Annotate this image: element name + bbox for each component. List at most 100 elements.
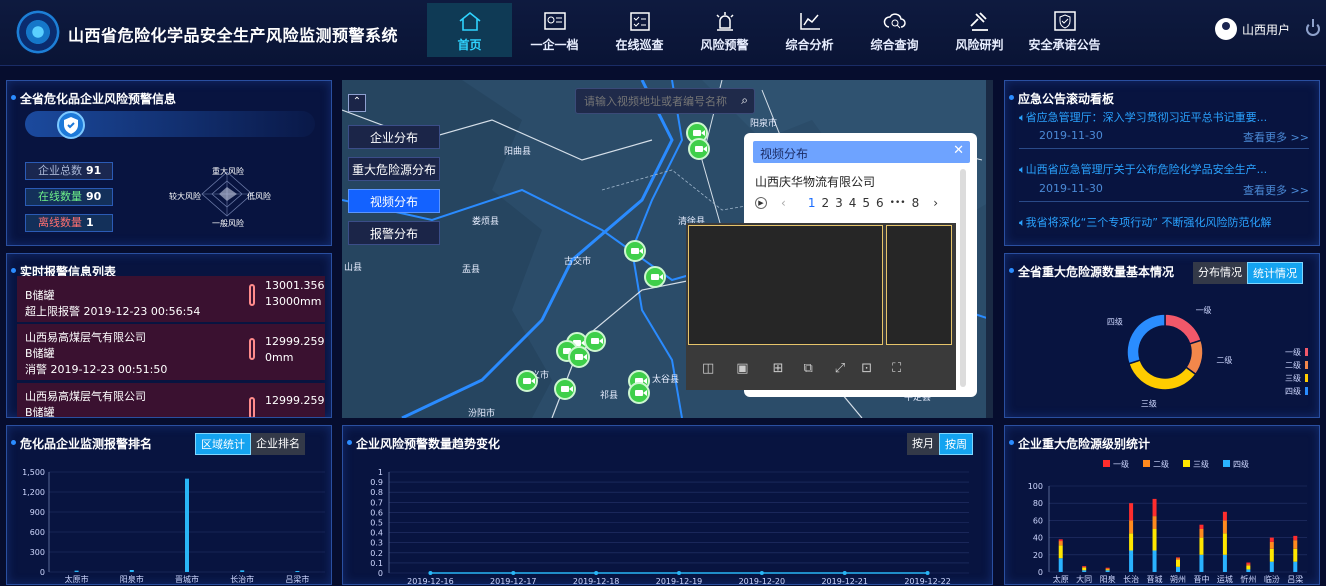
y-tick-label: 0.7 bbox=[370, 498, 383, 507]
speaker-icon: 🔈︎ bbox=[1019, 111, 1026, 123]
logo-icon bbox=[16, 10, 60, 54]
stacked-bar-segment bbox=[1222, 511, 1227, 521]
video-search-input[interactable] bbox=[576, 89, 728, 113]
page-1[interactable]: 1 bbox=[808, 196, 816, 210]
nav-online-patrol[interactable]: 在线巡查 bbox=[597, 3, 682, 57]
x-tick-label: 晋城 bbox=[1147, 575, 1163, 584]
map-btn-enterprise[interactable]: 企业分布 bbox=[348, 125, 440, 149]
search-icon[interactable]: ⌕ bbox=[741, 93, 748, 108]
nav-risk-warning[interactable]: 风险预警 bbox=[682, 3, 767, 57]
page-3[interactable]: 3 bbox=[835, 196, 843, 210]
nav-home[interactable]: 首页 bbox=[427, 3, 512, 57]
page-ellipsis[interactable]: ••• bbox=[890, 198, 906, 208]
online-label: 在线数量 bbox=[38, 190, 82, 203]
page-8[interactable]: 8 bbox=[912, 196, 920, 210]
nav-query[interactable]: 综合查询 bbox=[852, 3, 937, 57]
video-screen-1[interactable] bbox=[688, 225, 883, 345]
slice-label: 四级 bbox=[1107, 316, 1123, 326]
camera-marker[interactable] bbox=[628, 382, 650, 404]
place-label: 阳泉市 bbox=[750, 119, 778, 129]
page-2[interactable]: 2 bbox=[821, 196, 829, 210]
x-tick-label: 阳泉 bbox=[1100, 574, 1116, 584]
fullscreen-icon[interactable]: ⛶ bbox=[892, 361, 901, 376]
y-tick-label: 0.3 bbox=[370, 539, 383, 548]
map-scrollbar[interactable] bbox=[986, 80, 993, 418]
video-search-box[interactable]: ⌕ bbox=[575, 88, 755, 114]
page-6[interactable]: 6 bbox=[876, 196, 884, 210]
camera-marker[interactable] bbox=[584, 330, 606, 352]
nav-risk-judge[interactable]: 风险研判 bbox=[937, 3, 1022, 57]
prev-page-icon[interactable]: ‹ bbox=[781, 196, 786, 210]
stacked-bar-segment bbox=[1269, 561, 1274, 572]
line-chart-icon bbox=[799, 13, 820, 30]
nav-enterprise-file[interactable]: 一企一档 bbox=[512, 3, 597, 57]
camera-marker[interactable] bbox=[568, 346, 590, 368]
fit-screen-icon[interactable]: ⊡ bbox=[861, 361, 872, 376]
y-tick-label: 60 bbox=[1033, 516, 1043, 525]
data-point bbox=[677, 571, 681, 575]
x-tick-label: 晋城市 bbox=[175, 574, 199, 584]
expand-icon[interactable]: ⤢ bbox=[835, 361, 845, 376]
video-popup: 视频分布 ✕ 山西庆华物流有限公司 ▶ ‹ 1 2 3 4 5 6 ••• 8 … bbox=[686, 133, 977, 397]
user-menu[interactable]: 山西用户 bbox=[1215, 18, 1290, 40]
view-more-link[interactable]: 查看更多 >> bbox=[1243, 129, 1309, 145]
stacked-bar-segment bbox=[1129, 550, 1134, 572]
nav-analysis[interactable]: 综合分析 bbox=[767, 3, 852, 57]
camera-marker[interactable] bbox=[516, 370, 538, 392]
notice-item[interactable]: 🔈︎我省将深化“三个专项行动” 不断强化风险防范化解 bbox=[1019, 214, 1315, 230]
next-page-icon[interactable]: › bbox=[933, 196, 938, 210]
video-player[interactable]: ◫ ▣ ⊞ ⧉ ⤢ ⊡ ⛶ bbox=[686, 223, 956, 390]
page-5[interactable]: 5 bbox=[862, 196, 870, 210]
camera-marker[interactable] bbox=[624, 240, 646, 262]
list-item[interactable]: B储罐 超上限报警 2019-12-23 00:56:54 13001.356 13… bbox=[17, 276, 325, 322]
stacked-bar-segment bbox=[1129, 520, 1134, 534]
list-item[interactable]: 山西易高煤层气有限公司 B储罐 消警 2019-12-23 00:51:50 129… bbox=[17, 324, 325, 380]
cloud-search-icon bbox=[883, 13, 906, 29]
map-btn-alarm[interactable]: 报警分布 bbox=[348, 221, 440, 245]
stacked-bar-segment bbox=[1269, 541, 1274, 549]
map-btn-video[interactable]: 视频分布 bbox=[348, 189, 440, 213]
close-icon[interactable]: ✕ bbox=[953, 143, 964, 158]
place-label: 盂县 bbox=[462, 265, 481, 275]
x-tick-label: 忻州 bbox=[1240, 574, 1256, 584]
data-point bbox=[842, 571, 847, 575]
x-tick-label: 大同 bbox=[1076, 574, 1092, 584]
play-icon[interactable]: ▶ bbox=[755, 197, 767, 209]
panel-title: 企业重大危险源级别统计 bbox=[1008, 437, 1151, 451]
stacked-bar-segment bbox=[1176, 566, 1180, 572]
notice-date: 2019-11-30 bbox=[1039, 129, 1103, 142]
stacked-bar-segment bbox=[1222, 554, 1227, 572]
alarm-status: 超上限报警 2019-12-23 00:56:54 bbox=[25, 305, 201, 318]
layout-grid-icon[interactable]: ⊞ bbox=[773, 361, 784, 376]
camera-marker[interactable] bbox=[554, 378, 576, 400]
total-value: 91 bbox=[86, 164, 102, 177]
video-screen-2[interactable] bbox=[886, 225, 952, 345]
list-item[interactable]: 山西易高煤层气有限公司 B储罐 12999.259 bbox=[17, 383, 325, 417]
panel-title: 危化品企业监测报警排名 bbox=[10, 437, 153, 451]
stacked-bar-segment bbox=[1246, 565, 1251, 570]
snapshot-icon[interactable]: ◫ bbox=[702, 361, 714, 376]
popup-scrollbar[interactable] bbox=[960, 169, 966, 387]
collapse-button[interactable]: ⌃ bbox=[348, 94, 366, 112]
page-4[interactable]: 4 bbox=[849, 196, 857, 210]
bar bbox=[295, 571, 300, 572]
home-icon bbox=[459, 11, 480, 31]
nav-safety-commitment[interactable]: 安全承诺公告 bbox=[1022, 3, 1107, 57]
notice-item[interactable]: 🔈︎山西省应急管理厅关于公布危险化学品安全生产... bbox=[1019, 161, 1309, 177]
x-tick-label: 2019-12-17 bbox=[490, 577, 537, 586]
place-label: 太谷县 bbox=[652, 375, 680, 385]
stacked-bar-segment bbox=[1082, 565, 1087, 567]
power-icon[interactable] bbox=[1306, 19, 1320, 36]
notice-item[interactable]: 🔈︎省应急管理厅：深入学习贯彻习近平总书记重要... bbox=[1019, 109, 1309, 123]
stretch-icon[interactable]: ⧉ bbox=[804, 361, 813, 376]
camera-marker[interactable] bbox=[644, 266, 666, 288]
camera-marker[interactable] bbox=[688, 138, 710, 160]
view-more-link[interactable]: 查看更多 >> bbox=[1243, 182, 1309, 198]
data-point bbox=[759, 571, 764, 575]
record-icon[interactable]: ▣ bbox=[736, 361, 748, 376]
stacked-bar-segment bbox=[1082, 570, 1087, 572]
map-btn-hazard[interactable]: 重大危险源分布 bbox=[348, 157, 440, 181]
speaker-icon: 🔈︎ bbox=[1019, 163, 1026, 176]
x-tick-label: 临汾 bbox=[1264, 574, 1280, 584]
alarm-rank-chart: 0 300 600 900 1,200 1,500 太原市 阳泉市 晋城市 长治市 吕梁市 bbox=[22, 468, 325, 584]
